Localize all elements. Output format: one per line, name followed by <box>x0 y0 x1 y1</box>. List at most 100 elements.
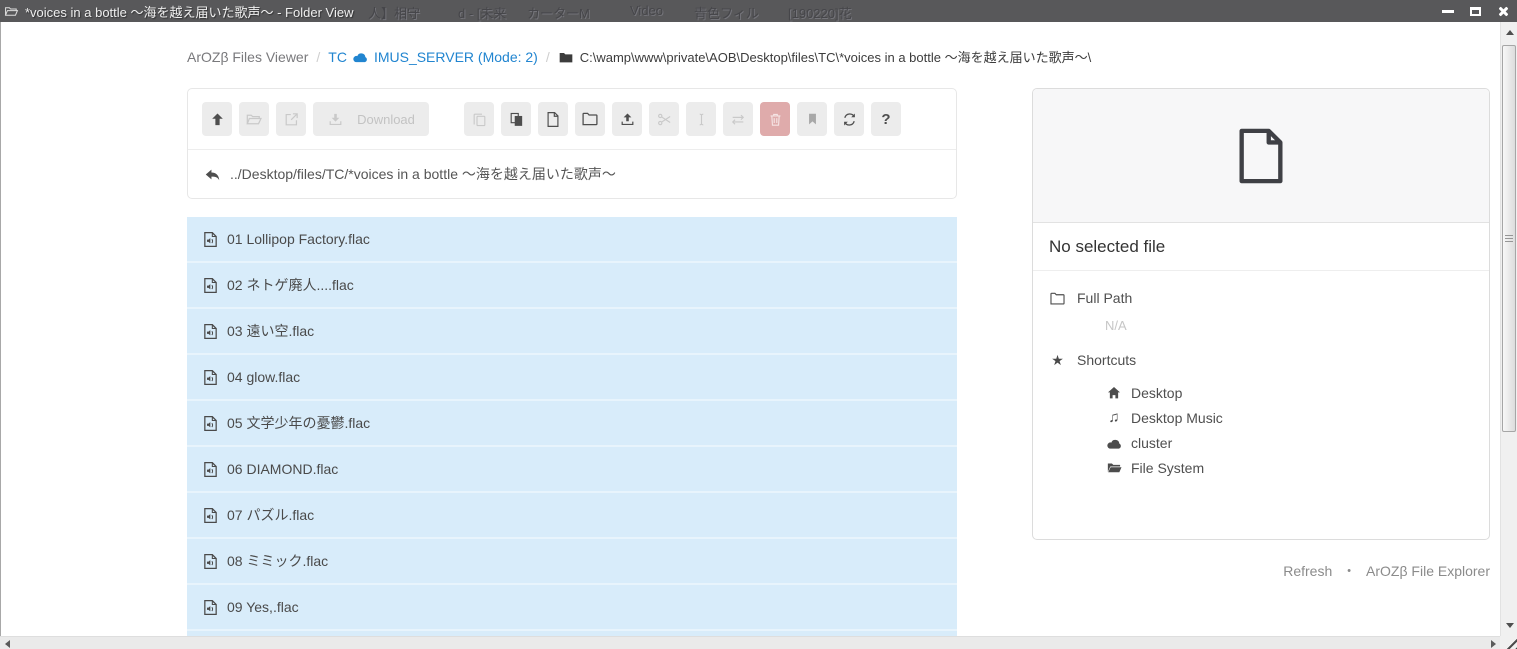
horizontal-scrollbar[interactable] <box>0 636 1500 649</box>
audio-file-icon <box>203 231 218 248</box>
inspector-details: Full Path N/A ★ Shortcuts Desktop ♫ Desk… <box>1033 271 1489 539</box>
scroll-down-icon[interactable] <box>1501 617 1517 634</box>
file-row[interactable]: 02 ネトゲ廃人....flac <box>187 263 957 309</box>
arrow-up-icon <box>209 111 226 128</box>
cloud-icon <box>352 50 369 63</box>
cut-icon <box>656 111 673 128</box>
audio-file-icon <box>203 369 218 386</box>
audio-file-icon <box>203 277 218 294</box>
shortcut-file-system[interactable]: File System <box>1105 455 1473 480</box>
file-name: 08 ミミック.flac <box>227 551 328 571</box>
audio-file-icon <box>203 553 218 570</box>
footer-links: Refresh ・ ArOZβ File Explorer <box>1032 561 1490 581</box>
file-row[interactable]: 09 Yes,.flac <box>187 585 957 631</box>
delete-button[interactable] <box>760 102 790 136</box>
full-path-value: N/A <box>1105 318 1473 333</box>
footer-separator: ・ <box>1342 563 1356 579</box>
file-row[interactable]: 06 DIAMOND.flac <box>187 447 957 493</box>
resize-corner[interactable] <box>1500 636 1517 649</box>
music-icon: ♫ <box>1108 410 1119 425</box>
file-row[interactable]: 01 Lollipop Factory.flac <box>187 217 957 263</box>
copy-icon <box>471 111 488 128</box>
file-name: 05 文学少年の憂鬱.flac <box>227 413 370 433</box>
external-link-icon <box>283 111 300 128</box>
upload-button[interactable] <box>612 102 642 136</box>
scroll-up-icon[interactable] <box>1501 24 1517 41</box>
brand-link[interactable]: ArOZβ File Explorer <box>1366 563 1490 579</box>
bookmark-button[interactable] <box>797 102 827 136</box>
breadcrumb-server[interactable]: TC IMUS_SERVER (Mode: 2) <box>328 49 538 65</box>
file-name: 01 Lollipop Factory.flac <box>227 231 370 247</box>
upload-icon <box>619 111 636 128</box>
resize-grip-icon <box>1502 637 1517 649</box>
refresh-button[interactable] <box>834 102 864 136</box>
window-controls <box>1442 0 1508 22</box>
folder-open-icon <box>1106 461 1123 475</box>
breadcrumb: ArOZβ Files Viewer / TC IMUS_SERVER (Mod… <box>187 47 1091 66</box>
close-icon[interactable] <box>1497 6 1508 17</box>
scroll-left-icon[interactable] <box>0 637 14 649</box>
scroll-right-icon[interactable] <box>1486 637 1500 649</box>
audio-file-icon <box>203 507 218 524</box>
audio-file-icon <box>203 461 218 478</box>
file-row[interactable]: 07 パズル.flac <box>187 493 957 539</box>
file-row[interactable]: 04 glow.flac <box>187 355 957 401</box>
file-inspector-panel: No selected file Full Path N/A ★ Shortcu… <box>1032 88 1490 540</box>
shortcut-cluster[interactable]: cluster <box>1105 430 1473 455</box>
help-button[interactable]: ? <box>871 102 901 136</box>
audio-file-icon <box>203 599 218 616</box>
move-icon <box>729 111 747 128</box>
move-button[interactable] <box>723 102 753 136</box>
file-name: 07 パズル.flac <box>227 505 314 525</box>
new-file-icon <box>545 111 561 128</box>
minimize-icon[interactable] <box>1442 10 1454 13</box>
paste-button[interactable] <box>501 102 531 136</box>
scrollbar-grip <box>1505 235 1513 243</box>
path-bar: ../Desktop/files/TC/*voices in a bottle … <box>188 150 956 198</box>
inspector-preview <box>1033 89 1489 223</box>
audio-file-icon <box>203 415 218 432</box>
titlebar: *voices in a bottle ～海を越え届いた歌声～ - Folder… <box>0 0 1517 22</box>
bookmark-icon <box>805 111 820 127</box>
cut-button[interactable] <box>649 102 679 136</box>
breadcrumb-app[interactable]: ArOZβ Files Viewer <box>187 49 308 65</box>
back-icon[interactable] <box>204 167 221 182</box>
open-button[interactable] <box>239 102 269 136</box>
vertical-scrollbar[interactable] <box>1500 22 1517 636</box>
shortcut-label: File System <box>1131 460 1204 476</box>
star-icon: ★ <box>1051 353 1064 367</box>
file-row[interactable]: 05 文学少年の憂鬱.flac <box>187 401 957 447</box>
folder-open-icon <box>245 111 263 127</box>
new-folder-icon <box>581 111 599 127</box>
refresh-link[interactable]: Refresh <box>1283 563 1332 579</box>
shortcut-label: Desktop Music <box>1131 410 1223 426</box>
copy-button[interactable] <box>464 102 494 136</box>
file-row[interactable]: 03 遠い空.flac <box>187 309 957 355</box>
maximize-icon[interactable] <box>1470 7 1481 16</box>
trash-icon <box>767 111 784 128</box>
shortcut-desktop-music[interactable]: ♫ Desktop Music <box>1105 405 1473 430</box>
go-up-button[interactable] <box>202 102 232 136</box>
breadcrumb-path-text: C:\wamp\www\private\AOB\Desktop\files\TC… <box>580 47 1091 66</box>
file-name: 09 Yes,.flac <box>227 599 299 615</box>
rename-button[interactable] <box>686 102 716 136</box>
new-folder-button[interactable] <box>575 102 605 136</box>
home-icon <box>1106 386 1122 400</box>
shortcut-desktop[interactable]: Desktop <box>1105 380 1473 405</box>
desktop-icon-label: 青色フィル <box>694 3 759 22</box>
new-file-button[interactable] <box>538 102 568 136</box>
document-icon <box>1237 127 1285 185</box>
file-row[interactable]: 08 ミミック.flac <box>187 539 957 585</box>
rename-icon <box>693 111 710 128</box>
toolbar: Download <box>188 89 956 149</box>
download-button[interactable]: Download <box>313 102 429 136</box>
vertical-scrollbar-thumb[interactable] <box>1502 45 1516 432</box>
open-external-button[interactable] <box>276 102 306 136</box>
full-path-label: Full Path <box>1077 290 1132 306</box>
breadcrumb-separator: / <box>546 49 550 65</box>
audio-file-icon <box>203 323 218 340</box>
desktop-icon-label: 人】相守 <box>368 3 420 22</box>
shortcut-label: Desktop <box>1131 385 1182 401</box>
desktop-icon-label: カーターM <box>527 3 590 22</box>
file-name: 02 ネトゲ廃人....flac <box>227 275 354 295</box>
